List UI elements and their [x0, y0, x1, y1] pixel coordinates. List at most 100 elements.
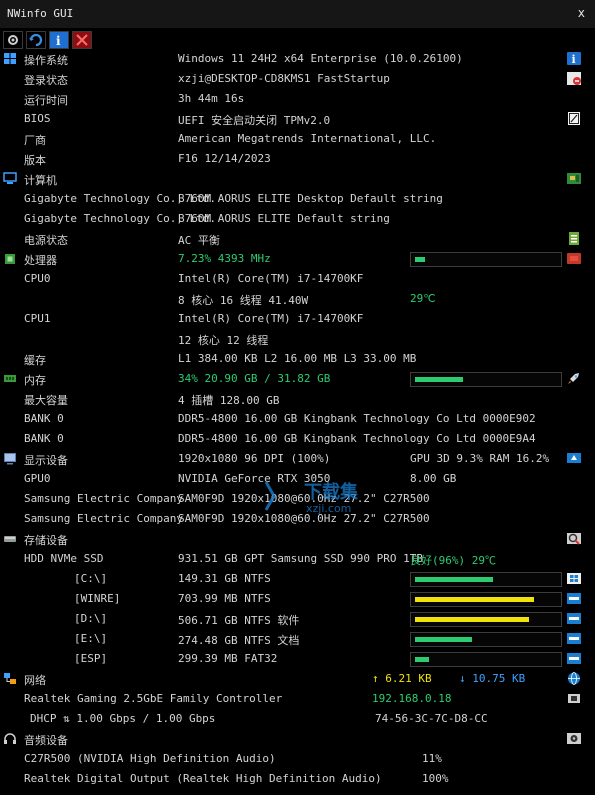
power-row[interactable]: 电源状态 AC 平衡: [0, 229, 595, 249]
partition-usage-fill: [415, 617, 529, 622]
gpu0-row[interactable]: GPU0 NVIDIA GeForce RTX 3050 8.00 GB: [0, 469, 595, 489]
memory-usage-bar: [410, 372, 562, 387]
computer-icon: [3, 172, 17, 184]
monitor2-label: Samsung Electric Company: [24, 512, 183, 525]
partition-row[interactable]: [D:\] 506.71 GB NTFS 软件: [0, 609, 595, 629]
drive-icon[interactable]: [566, 591, 582, 606]
partition-row[interactable]: [WINRE] 703.99 MB NTFS: [0, 589, 595, 609]
computer-row[interactable]: 计算机: [0, 169, 595, 189]
refresh-icon: [29, 33, 43, 47]
cpu-label: 处理器: [24, 254, 57, 267]
audio-row[interactable]: 音频设备: [0, 729, 595, 749]
cpu-usage: 7.23% 4393 MHz: [178, 252, 271, 265]
window-close-button[interactable]: x: [578, 6, 585, 20]
computer-line1[interactable]: Gigabyte Technology Co., Ltd. B760M AORU…: [0, 189, 595, 209]
network-globe-icon[interactable]: [566, 671, 582, 686]
partition-name: [D:\]: [74, 612, 108, 625]
drive-icon[interactable]: [566, 611, 582, 626]
monitor-icon: [4, 453, 16, 465]
memory-row[interactable]: 内存 34% 20.90 GB / 31.82 GB: [0, 369, 595, 389]
cpu1-name: Intel(R) Core(TM) i7-14700KF: [178, 312, 364, 325]
info-icon[interactable]: i: [566, 51, 582, 66]
cpu-row[interactable]: 处理器 7.23% 4393 MHz: [0, 249, 595, 269]
battery-icon[interactable]: [566, 231, 582, 246]
drive-icon[interactable]: [566, 651, 582, 666]
storage-row[interactable]: 存储设备: [0, 529, 595, 549]
rocket-icon[interactable]: [566, 371, 582, 386]
audio-dev1-label: C27R500 (NVIDIA High Definition Audio): [24, 752, 276, 765]
network-icon: [4, 673, 16, 684]
windows-drive-icon[interactable]: [566, 571, 582, 586]
gpu0-mem: 8.00 GB: [410, 472, 457, 485]
monitor1-value: SAM0F9D 1920x1080@60.0Hz 27.2" C27R500: [178, 492, 430, 505]
memory-max-row[interactable]: 最大容量 4 插槽 128.00 GB: [0, 389, 595, 409]
monitor2-row[interactable]: Samsung Electric Company SAM0F9D 1920x10…: [0, 509, 595, 529]
processor-chip-icon[interactable]: [566, 251, 582, 266]
settings-button[interactable]: [3, 31, 23, 49]
adapter-row[interactable]: Realtek Gaming 2.5GbE Family Controller …: [0, 689, 595, 709]
bank0b-row[interactable]: BANK 0 DDR5-4800 16.00 GB Kingbank Techn…: [0, 429, 595, 449]
bank0b-value: DDR5-4800 16.00 GB Kingbank Technology C…: [178, 432, 536, 445]
os-value: Windows 11 24H2 x64 Enterprise (10.0.261…: [178, 52, 463, 65]
cpu1-detail-row[interactable]: 12 核心 12 线程: [0, 329, 595, 349]
motherboard-icon[interactable]: [566, 171, 582, 186]
partition-row[interactable]: [E:\] 274.48 GB NTFS 文档: [0, 629, 595, 649]
partition-name: [C:\]: [74, 572, 108, 585]
network-label: 网络: [24, 674, 46, 687]
document-icon[interactable]: [566, 111, 582, 126]
cpu0-row[interactable]: CPU0 Intel(R) Core(TM) i7-14700KF: [0, 269, 595, 289]
computer-line2-value: B760M AORUS ELITE Default string: [178, 212, 390, 225]
partition-name: [ESP]: [74, 652, 108, 665]
os-row[interactable]: 操作系统 Windows 11 24H2 x64 Enterprise (10.…: [0, 49, 595, 69]
bios-row[interactable]: BIOS UEFI 安全启动关闭 TPMv2.0: [0, 109, 595, 129]
memory-usage-fill: [415, 377, 463, 382]
storage-label: 存储设备: [24, 534, 68, 547]
partition-usage-bar: [410, 652, 562, 667]
memory-usage: 34% 20.90 GB / 31.82 GB: [178, 372, 331, 385]
uptime-row[interactable]: 运行时间 3h 44m 16s: [0, 89, 595, 109]
login-value: xzji@DESKTOP-CD8KMS1 FastStartup: [178, 72, 390, 85]
display-row[interactable]: 显示设备 1920x1080 96 DPI (100%) GPU 3D 9.3%…: [0, 449, 595, 469]
drive-icon[interactable]: [566, 631, 582, 646]
monitor1-row[interactable]: Samsung Electric Company SAM0F9D 1920x10…: [0, 489, 595, 509]
audio-dev2-row[interactable]: Realtek Digital Output (Realtek High Def…: [0, 769, 595, 789]
audio-label: 音频设备: [24, 734, 68, 747]
memory-max-value: 4 插槽 128.00 GB: [178, 394, 280, 407]
cpu0-detail: 8 核心 16 线程 41.40W: [178, 294, 309, 307]
mac-address: 74-56-3C-7C-D8-CC: [375, 712, 488, 725]
exit-button[interactable]: [72, 31, 92, 49]
gpu-stats: GPU 3D 9.3% RAM 16.2%: [410, 452, 550, 465]
display-settings-icon[interactable]: [566, 451, 582, 466]
disk-search-icon[interactable]: [566, 531, 582, 546]
display-value: 1920x1080 96 DPI (100%): [178, 452, 331, 465]
dhcp-row[interactable]: DHCP ⇅ 1.00 Gbps / 1.00 Gbps 74-56-3C-7C…: [0, 709, 595, 729]
refresh-button[interactable]: [26, 31, 46, 49]
partition-row[interactable]: [C:\] 149.31 GB NTFS: [0, 569, 595, 589]
computer-line2[interactable]: Gigabyte Technology Co., Ltd. B760M AORU…: [0, 209, 595, 229]
vendor-row[interactable]: 厂商 American Megatrends International, LL…: [0, 129, 595, 149]
audio-dev1-row[interactable]: C27R500 (NVIDIA High Definition Audio) 1…: [0, 749, 595, 769]
partition-usage-fill: [415, 657, 429, 662]
ethernet-icon[interactable]: [566, 691, 582, 706]
bank0a-row[interactable]: BANK 0 DDR5-4800 16.00 GB Kingbank Techn…: [0, 409, 595, 429]
uptime-label: 运行时间: [24, 94, 68, 107]
speaker-icon[interactable]: [566, 731, 582, 746]
cpu-usage-fill: [415, 257, 425, 262]
disk-row[interactable]: HDD NVMe SSD 931.51 GB GPT Samsung SSD 9…: [0, 549, 595, 569]
cpu0-detail-row[interactable]: 8 核心 16 线程 41.40W 29℃: [0, 289, 595, 309]
network-row[interactable]: 网络 ↑ 6.21 KB ↓ 10.75 KB: [0, 669, 595, 689]
bios-value: UEFI 安全启动关闭 TPMv2.0: [178, 114, 331, 127]
disk-label: HDD NVMe SSD: [24, 552, 104, 565]
cache-row[interactable]: 缓存 L1 384.00 KB L2 16.00 MB L3 33.00 MB: [0, 349, 595, 369]
bank0a-label: BANK 0: [24, 412, 64, 425]
login-row[interactable]: 登录状态 xzji@DESKTOP-CD8KMS1 FastStartup: [0, 69, 595, 89]
user-shield-icon[interactable]: [566, 71, 582, 86]
cpu1-row[interactable]: CPU1 Intel(R) Core(TM) i7-14700KF: [0, 309, 595, 329]
computer-line1-value: B760M AORUS ELITE Desktop Default string: [178, 192, 443, 205]
network-upload: ↑ 6.21 KB: [372, 672, 432, 685]
partition-row[interactable]: [ESP] 299.39 MB FAT32: [0, 649, 595, 669]
partition-name: [WINRE]: [74, 592, 121, 605]
version-row[interactable]: 版本 F16 12/14/2023: [0, 149, 595, 169]
about-button[interactable]: i: [49, 31, 69, 49]
disk-value: 931.51 GB GPT Samsung SSD 990 PRO 1TB: [178, 552, 424, 565]
